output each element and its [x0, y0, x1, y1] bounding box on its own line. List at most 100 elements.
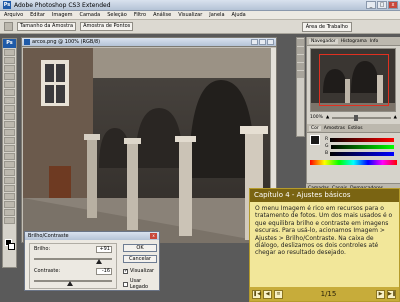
- use-legacy-checkbox[interactable]: Usar Legado: [123, 278, 159, 290]
- navigator-thumbnail[interactable]: [310, 48, 396, 112]
- maximize-button[interactable]: □: [377, 1, 387, 9]
- zoom-tool-icon[interactable]: [4, 217, 15, 224]
- lasso-tool-icon[interactable]: [4, 65, 15, 72]
- dodge-tool-icon[interactable]: [4, 153, 15, 160]
- tab-styles[interactable]: Estilos: [348, 126, 363, 131]
- slice-tool-icon[interactable]: [4, 89, 15, 96]
- page-indicator: 1/15: [320, 290, 337, 298]
- tool-presets-icon[interactable]: [297, 55, 304, 62]
- tab-navigator[interactable]: Navegador: [309, 38, 338, 44]
- menu-camada[interactable]: Camada: [79, 12, 100, 18]
- chapter-overlay: Capítulo 4 - Ajustes básicos O menu Imag…: [249, 188, 400, 302]
- color-ramp[interactable]: [310, 160, 397, 165]
- preview-checkbox[interactable]: ✓ Visualizar: [123, 268, 154, 274]
- shape-tool-icon[interactable]: [4, 185, 15, 192]
- notes-tool-icon[interactable]: [4, 193, 15, 200]
- sample-points-select[interactable]: Amostra de Pontos: [80, 22, 134, 31]
- menu-visualizar[interactable]: Visualizar: [178, 12, 202, 18]
- blur-tool-icon[interactable]: [4, 145, 15, 152]
- menu-filtro[interactable]: Filtro: [134, 12, 146, 18]
- menu-editar[interactable]: Editar: [30, 12, 45, 18]
- brushes-panel-icon[interactable]: [297, 63, 304, 70]
- first-page-button[interactable]: ❚◀: [252, 289, 261, 299]
- crop-tool-icon[interactable]: [4, 81, 15, 88]
- brightness-value-field[interactable]: +91: [96, 246, 112, 253]
- type-tool-icon[interactable]: [4, 169, 15, 176]
- dialog-close-button[interactable]: x: [150, 233, 157, 239]
- channel-b-slider[interactable]: [330, 151, 394, 156]
- menu-analise[interactable]: Análise: [153, 12, 171, 18]
- channel-r-slider[interactable]: [330, 137, 394, 142]
- next-page-button[interactable]: ▶: [376, 289, 385, 299]
- eyedropper-icon[interactable]: [4, 22, 13, 31]
- prev-page-button[interactable]: ◀: [263, 289, 272, 299]
- eraser-tool-icon[interactable]: [4, 129, 15, 136]
- navigator-view-box[interactable]: [319, 54, 389, 106]
- color-fg-swatch[interactable]: [310, 135, 320, 145]
- marquee-tool-icon[interactable]: [4, 57, 15, 64]
- menu-ajuda[interactable]: Ajuda: [232, 12, 246, 18]
- brightness-slider-thumb[interactable]: [96, 259, 102, 264]
- menu-arquivo[interactable]: Arquivo: [4, 12, 23, 18]
- close-button[interactable]: x: [388, 1, 398, 9]
- document-maximize-button[interactable]: [259, 39, 266, 45]
- document-minimize-button[interactable]: [251, 39, 258, 45]
- chapter-navigation: ❚◀ ◀ ≡ 1/15 ▶ ▶❚: [250, 287, 399, 301]
- history-panel-icon[interactable]: [297, 39, 304, 46]
- navigator-tabs: Navegador Histograma Info: [307, 37, 400, 46]
- path-select-tool-icon[interactable]: [4, 177, 15, 184]
- channel-g-slider[interactable]: [330, 144, 394, 149]
- tab-info[interactable]: Info: [370, 39, 379, 44]
- magic-wand-tool-icon[interactable]: [4, 73, 15, 80]
- eyedropper-tool-icon[interactable]: [4, 201, 15, 208]
- arches-photo[interactable]: [23, 48, 271, 243]
- color-sliders: R G B: [322, 135, 397, 158]
- minimize-button[interactable]: _: [366, 1, 376, 9]
- tab-swatches[interactable]: Amostras: [324, 126, 345, 131]
- background-color-swatch[interactable]: [8, 243, 15, 250]
- document-icon: [24, 39, 30, 45]
- zoom-value[interactable]: 100%: [310, 115, 323, 120]
- contrast-value-field[interactable]: -16: [96, 268, 112, 275]
- history-brush-tool-icon[interactable]: [4, 121, 15, 128]
- chapter-title: Capítulo 4 - Ajustes básicos: [250, 189, 399, 202]
- document-window-controls: [251, 39, 274, 45]
- workspace-button[interactable]: Área de Trabalho: [301, 22, 352, 32]
- healing-tool-icon[interactable]: [4, 97, 15, 104]
- clone-source-icon[interactable]: [297, 71, 304, 78]
- tab-histogram[interactable]: Histograma: [341, 39, 367, 44]
- menu-selecao[interactable]: Seleção: [107, 12, 127, 18]
- ok-button[interactable]: OK: [123, 244, 157, 252]
- last-page-button[interactable]: ▶❚: [387, 289, 396, 299]
- contrast-slider[interactable]: [34, 280, 112, 282]
- zoom-slider[interactable]: [332, 114, 391, 121]
- zoom-out-icon[interactable]: ▲: [326, 115, 329, 120]
- actions-panel-icon[interactable]: [297, 47, 304, 54]
- preview-label: Visualizar: [130, 268, 155, 274]
- preview-check-box[interactable]: ✓: [123, 268, 128, 274]
- document-title: arcos.png @ 100% (RGB/8): [32, 39, 101, 45]
- zoom-slider-knob[interactable]: [354, 114, 359, 121]
- contrast-slider-thumb[interactable]: [67, 281, 73, 286]
- menu-imagem[interactable]: Imagem: [52, 12, 73, 18]
- zoom-in-icon[interactable]: ▲: [394, 115, 397, 120]
- move-tool-icon[interactable]: [4, 49, 15, 56]
- stamp-tool-icon[interactable]: [4, 113, 15, 120]
- pen-tool-icon[interactable]: [4, 161, 15, 168]
- brush-tool-icon[interactable]: [4, 105, 15, 112]
- hand-tool-icon[interactable]: [4, 209, 15, 216]
- app-title: Adobe Photoshop CS3 Extended: [14, 1, 111, 9]
- sample-size-select[interactable]: Tamanho da Amostra: [17, 22, 77, 31]
- color-tabs: Cor Amostras Estilos: [307, 124, 400, 133]
- menu-janela[interactable]: Janela: [209, 12, 224, 18]
- menu-button[interactable]: ≡: [274, 289, 283, 299]
- document-close-button[interactable]: [267, 39, 274, 45]
- color-row-g: G: [325, 144, 394, 149]
- chapter-body: O menu Imagem é rico em recursos para o …: [255, 205, 393, 257]
- cancel-button[interactable]: Cancelar: [123, 255, 157, 263]
- gradient-tool-icon[interactable]: [4, 137, 15, 144]
- channel-g-label: G: [325, 144, 329, 149]
- tab-color[interactable]: Cor: [309, 125, 321, 131]
- photoshop-logo: Ps: [3, 1, 11, 9]
- legacy-check-box[interactable]: [123, 281, 128, 287]
